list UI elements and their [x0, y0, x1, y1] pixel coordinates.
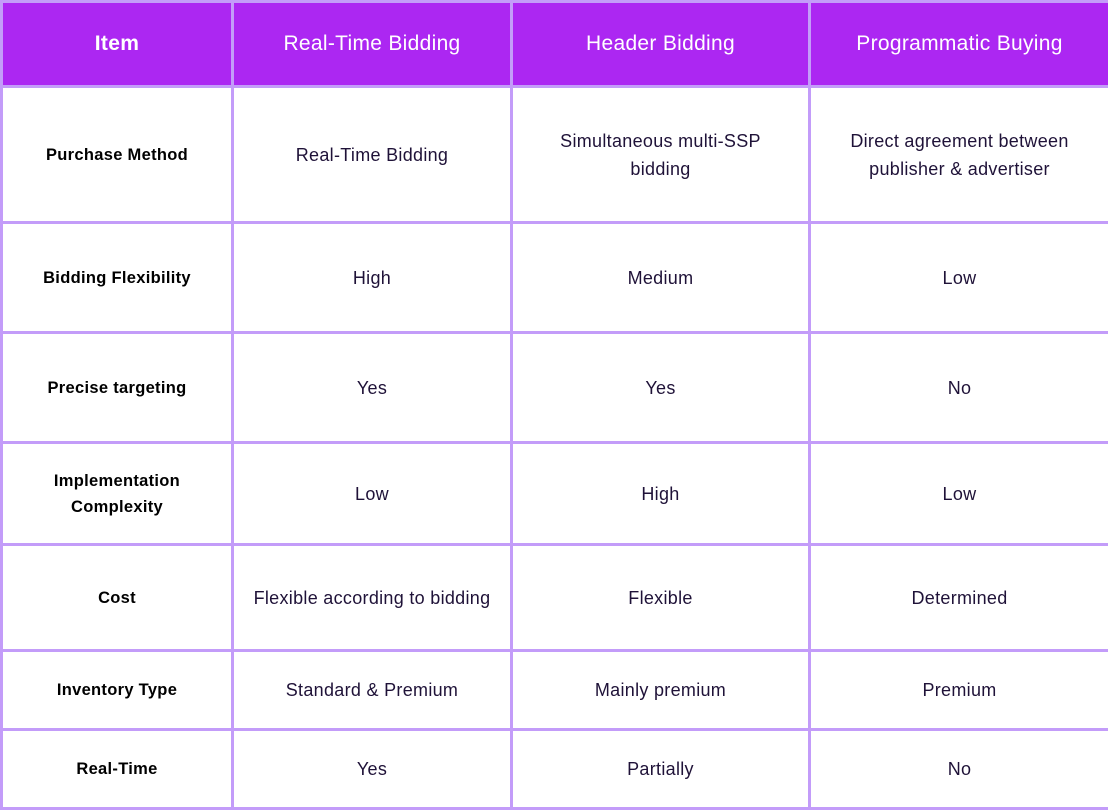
table-cell: No — [810, 730, 1108, 809]
table-cell: Medium — [512, 223, 810, 333]
table-row: Real-Time Yes Partially No — [2, 730, 1108, 809]
header-item: Item — [2, 2, 233, 87]
table-row: Bidding Flexibility High Medium Low — [2, 223, 1108, 333]
table-cell: Yes — [233, 730, 512, 809]
table-cell: Low — [233, 443, 512, 545]
header-real-time-bidding: Real-Time Bidding — [233, 2, 512, 87]
table-cell: Flexible according to bidding — [233, 545, 512, 651]
table-cell: Determined — [810, 545, 1108, 651]
table-cell: No — [810, 333, 1108, 443]
table-cell: High — [512, 443, 810, 545]
table-cell: Low — [810, 223, 1108, 333]
table-cell: Standard & Premium — [233, 651, 512, 730]
table-cell: Yes — [512, 333, 810, 443]
table-row: Purchase Method Real-Time Bidding Simult… — [2, 87, 1108, 223]
row-label: Bidding Flexibility — [2, 223, 233, 333]
row-label: Implementation Complexity — [2, 443, 233, 545]
header-programmatic-buying: Programmatic Buying — [810, 2, 1108, 87]
header-header-bidding: Header Bidding — [512, 2, 810, 87]
header-row: Item Real-Time Bidding Header Bidding Pr… — [2, 2, 1108, 87]
table-cell: Mainly premium — [512, 651, 810, 730]
table-row: Precise targeting Yes Yes No — [2, 333, 1108, 443]
table-cell: Yes — [233, 333, 512, 443]
table-cell: Low — [810, 443, 1108, 545]
row-label: Real-Time — [2, 730, 233, 809]
table-cell: Premium — [810, 651, 1108, 730]
row-label: Inventory Type — [2, 651, 233, 730]
row-label: Cost — [2, 545, 233, 651]
comparison-table: Item Real-Time Bidding Header Bidding Pr… — [0, 0, 1108, 810]
row-label: Precise targeting — [2, 333, 233, 443]
table-row: Cost Flexible according to bidding Flexi… — [2, 545, 1108, 651]
table-cell: High — [233, 223, 512, 333]
table-cell: Flexible — [512, 545, 810, 651]
table-cell: Real-Time Bidding — [233, 87, 512, 223]
table-row: Inventory Type Standard & Premium Mainly… — [2, 651, 1108, 730]
table-cell: Partially — [512, 730, 810, 809]
table-cell: Simultaneous multi-SSP bidding — [512, 87, 810, 223]
table-cell: Direct agreement between publisher & adv… — [810, 87, 1108, 223]
table-row: Implementation Complexity Low High Low — [2, 443, 1108, 545]
row-label: Purchase Method — [2, 87, 233, 223]
